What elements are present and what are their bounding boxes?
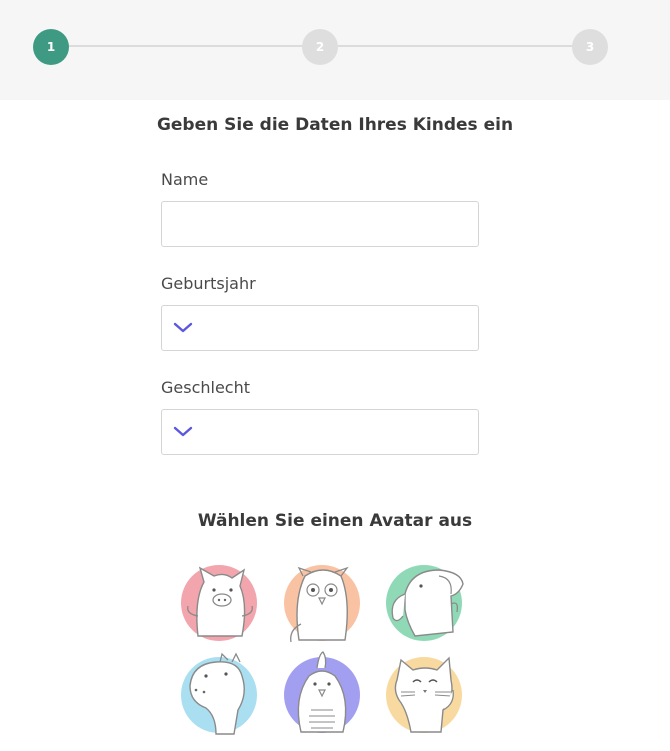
name-label: Name [161, 170, 209, 189]
chevron-down-icon [172, 320, 194, 340]
pig-icon [181, 565, 257, 641]
avatar-cat[interactable] [381, 650, 467, 736]
owl-icon [284, 565, 360, 643]
avatar-section-title: Wählen Sie einen Avatar aus [197, 511, 473, 531]
gender-label: Geschlecht [161, 378, 251, 397]
bird-icon [284, 651, 360, 733]
progress-stepper: 1 2 3 [0, 0, 670, 100]
chevron-down-icon [172, 424, 194, 444]
gender-select[interactable] [161, 409, 479, 455]
avatar-bird[interactable] [279, 650, 365, 736]
step-connector-2 [338, 45, 574, 47]
step-3: 3 [572, 29, 608, 65]
hippo-icon [181, 652, 257, 735]
step-connector-1 [68, 45, 304, 47]
avatar-hippo[interactable] [176, 650, 262, 736]
elephant-icon [386, 565, 464, 641]
birth-year-label: Geburtsjahr [161, 274, 256, 293]
form-title: Geben Sie die Daten Ihres Kindes ein [156, 115, 514, 135]
cat-icon [386, 656, 462, 733]
avatar-elephant[interactable] [381, 560, 467, 646]
birth-year-select[interactable] [161, 305, 479, 351]
step-2: 2 [302, 29, 338, 65]
avatar-pig[interactable] [176, 560, 262, 646]
avatar-owl[interactable] [279, 560, 365, 646]
name-input[interactable] [161, 201, 479, 247]
step-1: 1 [33, 29, 69, 65]
